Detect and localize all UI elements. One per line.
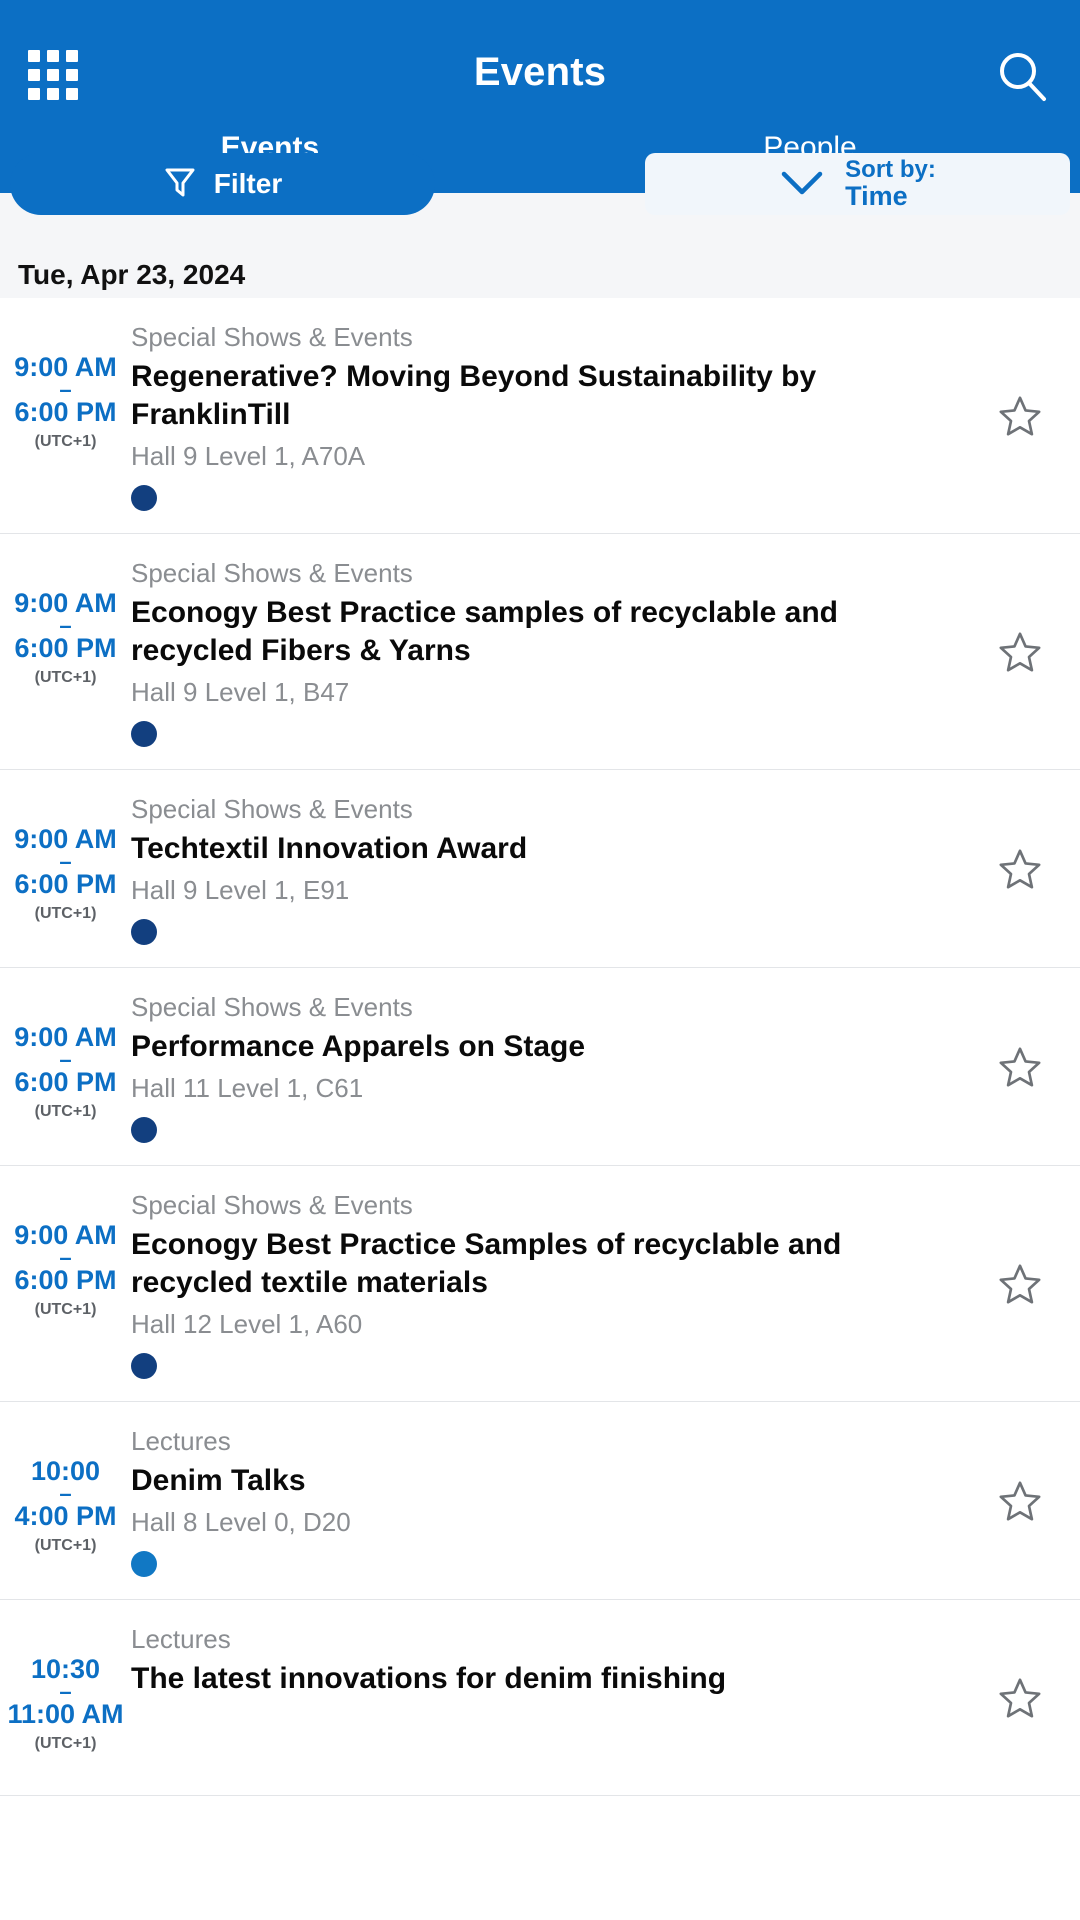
- event-location: Hall 11 Level 1, C61: [131, 1073, 364, 1103]
- header-top-bar: Events: [0, 0, 1080, 148]
- event-timezone: (UTC+1): [34, 1103, 97, 1120]
- event-time-column: 10:30 – 11:00 AM (UTC+1): [0, 1622, 131, 1773]
- filter-sort-bar: Filter Sort by: Time: [0, 153, 1080, 251]
- event-time-column: 9:00 AM – 6:00 PM (UTC+1): [0, 320, 131, 511]
- event-time-column: 9:00 AM – 6:00 PM (UTC+1): [0, 1188, 131, 1379]
- event-category: Lectures: [131, 1426, 231, 1456]
- event-row[interactable]: 10:30 – 11:00 AM (UTC+1) Lectures The la…: [0, 1600, 1080, 1796]
- event-category: Special Shows & Events: [131, 322, 413, 352]
- star-icon: [999, 1263, 1041, 1304]
- event-category-dot: [131, 919, 157, 945]
- event-category: Special Shows & Events: [131, 992, 413, 1022]
- filter-button[interactable]: Filter: [10, 153, 435, 215]
- star-icon: [999, 1480, 1041, 1521]
- event-body: Lectures The latest innovations for deni…: [131, 1622, 960, 1773]
- star-icon: [999, 1046, 1041, 1087]
- event-category-dot: [131, 721, 157, 747]
- event-title: Econogy Best Practice Samples of recycla…: [131, 1228, 842, 1299]
- time-range-dash: –: [59, 1679, 72, 1704]
- event-category-dot: [131, 1353, 157, 1379]
- event-category-dot: [131, 1551, 157, 1577]
- star-icon: [999, 395, 1041, 436]
- event-end-time: 11:00 AM: [7, 1699, 124, 1729]
- event-body: Special Shows & Events Econogy Best Prac…: [131, 1188, 960, 1379]
- event-body: Special Shows & Events Techtextil Innova…: [131, 792, 960, 945]
- time-range-dash: –: [59, 377, 72, 402]
- event-timezone: (UTC+1): [34, 1537, 97, 1554]
- event-row[interactable]: 9:00 AM – 6:00 PM (UTC+1) Special Shows …: [0, 968, 1080, 1166]
- search-icon[interactable]: [994, 48, 1050, 104]
- event-body: Special Shows & Events Regenerative? Mov…: [131, 320, 960, 511]
- event-timezone: (UTC+1): [34, 1735, 97, 1752]
- event-location: Hall 9 Level 1, E91: [131, 875, 350, 905]
- time-range-dash: –: [59, 1047, 72, 1072]
- chevron-down-icon: [779, 167, 825, 202]
- event-category: Special Shows & Events: [131, 794, 413, 824]
- event-title: The latest innovations for denim finishi…: [131, 1662, 727, 1695]
- event-title: Regenerative? Moving Beyond Sustainabili…: [131, 360, 817, 431]
- favorite-star-button[interactable]: [960, 1188, 1080, 1379]
- star-icon: [999, 1677, 1041, 1718]
- star-icon: [999, 631, 1041, 672]
- event-title: Denim Talks: [131, 1464, 306, 1497]
- page-title: Events: [473, 50, 607, 94]
- event-title: Econogy Best Practice samples of recycla…: [131, 596, 838, 667]
- filter-button-label: Filter: [213, 168, 283, 199]
- event-location: Hall 9 Level 1, B47: [131, 677, 350, 707]
- event-row[interactable]: 9:00 AM – 6:00 PM (UTC+1) Special Shows …: [0, 1166, 1080, 1402]
- event-body: Lectures Denim Talks Hall 8 Level 0, D20: [131, 1424, 960, 1577]
- funnel-icon: [163, 165, 197, 204]
- event-row[interactable]: 9:00 AM – 6:00 PM (UTC+1) Special Shows …: [0, 534, 1080, 770]
- time-range-dash: –: [59, 613, 72, 638]
- time-range-dash: –: [59, 1481, 72, 1506]
- event-row[interactable]: 9:00 AM – 6:00 PM (UTC+1) Special Shows …: [0, 298, 1080, 534]
- favorite-star-button[interactable]: [960, 320, 1080, 511]
- favorite-star-button[interactable]: [960, 556, 1080, 747]
- event-timezone: (UTC+1): [34, 433, 97, 450]
- event-end-time: 6:00 PM: [14, 1265, 117, 1295]
- event-body: Special Shows & Events Econogy Best Prac…: [131, 556, 960, 747]
- favorite-star-button[interactable]: [960, 1622, 1080, 1773]
- event-end-time: 6:00 PM: [14, 633, 117, 663]
- sort-button-text: Sort by: Time: [845, 157, 936, 211]
- events-list: 9:00 AM – 6:00 PM (UTC+1) Special Shows …: [0, 298, 1080, 1920]
- event-location: Hall 9 Level 1, A70A: [131, 441, 366, 471]
- event-time-column: 9:00 AM – 6:00 PM (UTC+1): [0, 792, 131, 945]
- event-category: Lectures: [131, 1624, 231, 1654]
- event-row[interactable]: 9:00 AM – 6:00 PM (UTC+1) Special Shows …: [0, 770, 1080, 968]
- event-end-time: 6:00 PM: [14, 1067, 117, 1097]
- event-end-time: 6:00 PM: [14, 869, 117, 899]
- event-time-column: 9:00 AM – 6:00 PM (UTC+1): [0, 990, 131, 1143]
- event-time-column: 9:00 AM – 6:00 PM (UTC+1): [0, 556, 131, 747]
- event-time-column: 10:00 – 4:00 PM (UTC+1): [0, 1424, 131, 1577]
- event-title: Techtextil Innovation Award: [131, 832, 528, 865]
- sort-label: Sort by:: [845, 156, 936, 184]
- date-header: Tue, Apr 23, 2024: [0, 251, 1080, 298]
- app-screen: Events Events People Filter Sort by: Tim…: [0, 0, 1080, 1920]
- star-icon: [999, 848, 1041, 889]
- event-category-dot: [131, 485, 157, 511]
- event-title: Performance Apparels on Stage: [131, 1030, 586, 1063]
- event-timezone: (UTC+1): [34, 1301, 97, 1318]
- event-location: Hall 8 Level 0, D20: [131, 1507, 351, 1537]
- time-range-dash: –: [59, 849, 72, 874]
- favorite-star-button[interactable]: [960, 792, 1080, 945]
- event-timezone: (UTC+1): [34, 669, 97, 686]
- favorite-star-button[interactable]: [960, 1424, 1080, 1577]
- time-range-dash: –: [59, 1245, 72, 1270]
- event-timezone: (UTC+1): [34, 905, 97, 922]
- event-category: Special Shows & Events: [131, 1190, 413, 1220]
- event-category: Special Shows & Events: [131, 558, 413, 588]
- sort-button[interactable]: Sort by: Time: [645, 153, 1070, 215]
- event-end-time: 6:00 PM: [14, 397, 117, 427]
- event-end-time: 4:00 PM: [14, 1501, 117, 1531]
- event-category-dot: [131, 1117, 157, 1143]
- favorite-star-button[interactable]: [960, 990, 1080, 1143]
- sort-value: Time: [845, 181, 908, 212]
- event-location: Hall 12 Level 1, A60: [131, 1309, 363, 1339]
- event-body: Special Shows & Events Performance Appar…: [131, 990, 960, 1143]
- event-row[interactable]: 10:00 – 4:00 PM (UTC+1) Lectures Denim T…: [0, 1402, 1080, 1600]
